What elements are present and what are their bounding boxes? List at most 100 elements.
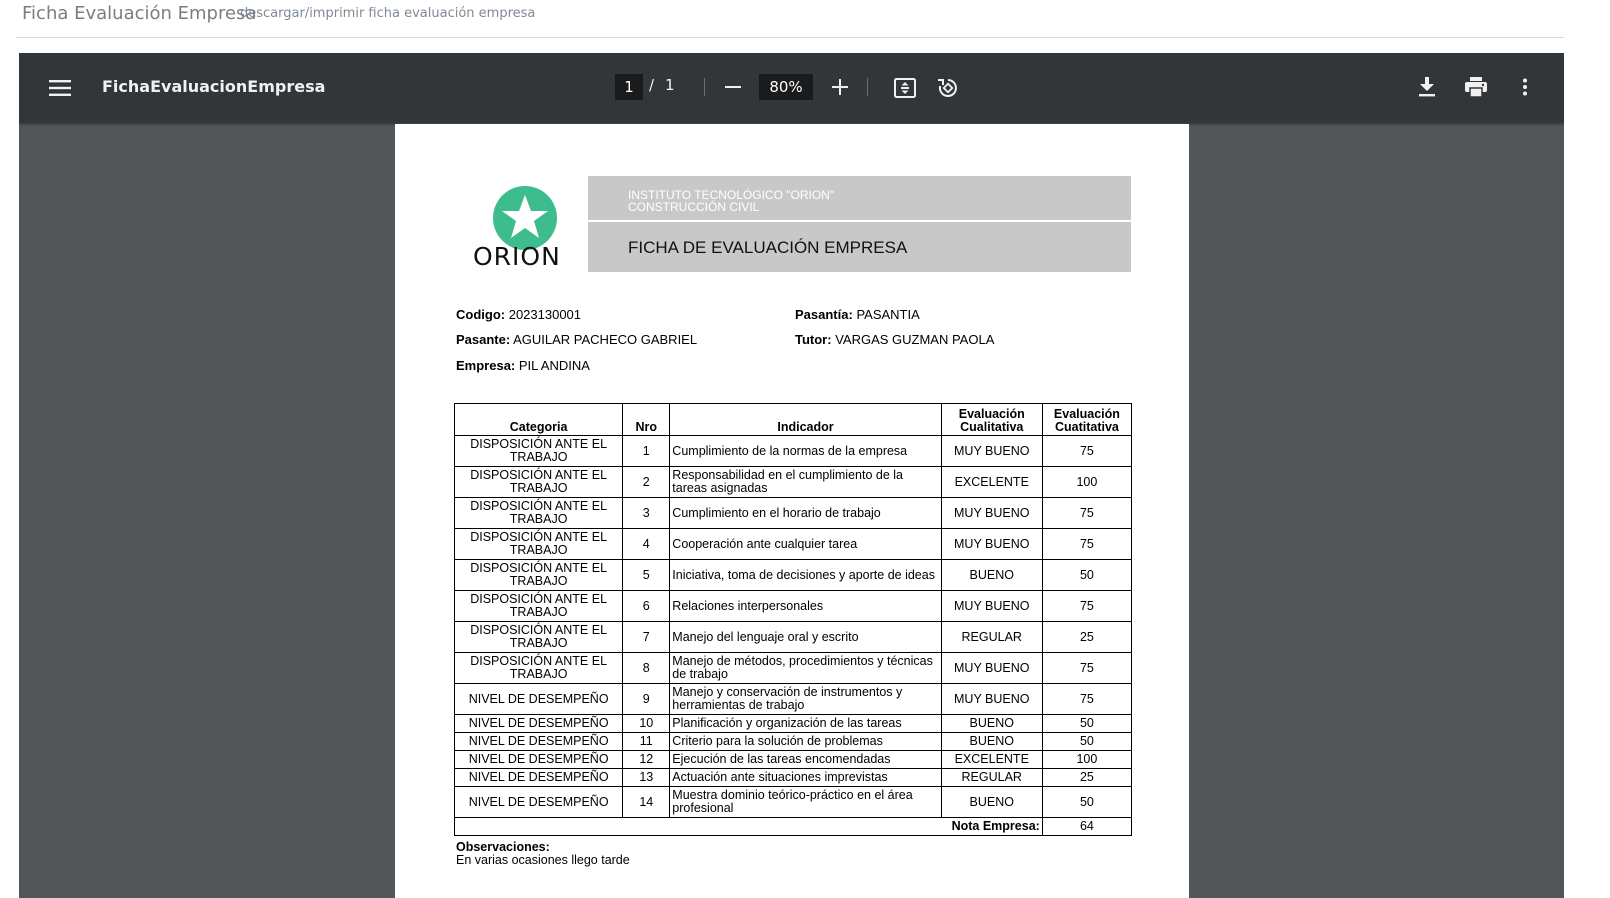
category-cell: DISPOSICIÓN ANTE EL TRABAJO [453,497,624,529]
quantitative-cell: 50 [1041,732,1133,751]
form-title: FICHA DE EVALUACIÓN EMPRESA [628,238,908,257]
pdf-viewer[interactable]: FichaEvaluacionEmpresa 1 / 1 80% ORION I… [19,53,1564,898]
table-row: NIVEL DE DESEMPEÑO 14 Muestra dominio teór… [453,786,1133,818]
table-row: DISPOSICIÓN ANTE EL TRABAJO 2 Responsabili… [453,466,1133,498]
category-cell: DISPOSICIÓN ANTE EL TRABAJO [453,528,624,560]
number-cell: 5 [622,559,671,591]
table-row: NIVEL DE DESEMPEÑO 9 Manejo y conservación… [453,683,1133,715]
number-cell: 7 [622,621,671,653]
quantitative-cell: 75 [1041,652,1133,684]
indicator-cell: Manejo y conservación de instrumentos y … [669,683,942,715]
quantitative-cell: 75 [1041,683,1133,715]
qualitative-cell: EXCELENTE [940,750,1043,769]
header-divider [16,37,1564,38]
form-title-banner: FICHA DE EVALUACIÓN EMPRESA [588,222,1131,272]
category-cell: DISPOSICIÓN ANTE EL TRABAJO [453,590,624,622]
quantitative-cell: 75 [1041,590,1133,622]
more-options-icon[interactable] [1513,75,1537,99]
number-cell: 2 [622,466,671,498]
qualitative-cell: REGULAR [940,768,1043,787]
column-header: Nro [622,403,671,436]
toolbar-divider [704,78,705,96]
zoom-out-icon[interactable] [721,75,745,99]
number-cell: 8 [622,652,671,684]
pdf-toolbar: FichaEvaluacionEmpresa 1 / 1 80% [19,53,1564,123]
quantitative-cell: 100 [1041,750,1133,769]
zoom-level-input[interactable]: 80% [759,74,813,100]
observations-text: En varias ocasiones llego tarde [456,853,630,867]
table-row: NIVEL DE DESEMPEÑO 13 Actuación ante situa… [453,768,1133,787]
tutor-value: VARGAS GUZMAN PAOLA [835,332,995,347]
total-value: 64 [1041,817,1133,836]
indicator-cell: Muestra dominio teórico-práctico en el á… [669,786,942,818]
category-cell: NIVEL DE DESEMPEÑO [453,732,624,751]
total-pages: 1 [665,76,675,94]
number-cell: 9 [622,683,671,715]
table-row: DISPOSICIÓN ANTE EL TRABAJO 7 Manejo del l… [453,621,1133,653]
number-cell: 6 [622,590,671,622]
category-cell: DISPOSICIÓN ANTE EL TRABAJO [453,466,624,498]
institute-career: CONSTRUCCIÓN CIVIL [628,200,760,214]
number-cell: 12 [622,750,671,769]
logo-text: ORION [473,242,561,271]
indicator-cell: Relaciones interpersonales [669,590,942,622]
category-cell: NIVEL DE DESEMPEÑO [453,750,624,769]
category-cell: DISPOSICIÓN ANTE EL TRABAJO [453,621,624,653]
page-subtitle: descargar/imprimir ficha evaluación empr… [240,6,536,21]
number-cell: 4 [622,528,671,560]
print-icon[interactable] [1463,75,1489,99]
table-row: NIVEL DE DESEMPEÑO 12 Ejecución de las tar… [453,750,1133,769]
download-icon[interactable] [1415,75,1439,99]
indicator-cell: Manejo del lenguaje oral y escrito [669,621,942,653]
qualitative-cell: BUENO [940,714,1043,733]
qualitative-cell: MUY BUENO [940,652,1043,684]
quantitative-cell: 50 [1041,786,1133,818]
quantitative-cell: 75 [1041,528,1133,560]
fit-page-icon[interactable] [892,75,918,101]
total-label: Nota Empresa: [454,817,1043,836]
column-header: Categoria [453,403,624,436]
category-cell: DISPOSICIÓN ANTE EL TRABAJO [453,559,624,591]
qualitative-cell: REGULAR [940,621,1043,653]
quantitative-cell: 50 [1041,559,1133,591]
hamburger-menu-icon[interactable] [47,75,73,101]
table-row: DISPOSICIÓN ANTE EL TRABAJO 3 Cumplimiento… [453,497,1133,529]
indicator-cell: Planificación y organización de las tare… [669,714,942,733]
table-row: DISPOSICIÓN ANTE EL TRABAJO 8 Manejo de mé… [453,652,1133,684]
category-cell: NIVEL DE DESEMPEÑO [453,683,624,715]
page-header: Ficha Evaluación Empresa descargar/impri… [0,0,1610,38]
column-header: Evaluación Cualitativa [940,403,1043,436]
number-cell: 10 [622,714,671,733]
indicator-cell: Ejecución de las tareas encomendadas [669,750,942,769]
page-number-input[interactable]: 1 [615,74,643,100]
document-title: FichaEvaluacionEmpresa [102,77,326,96]
observations-label: Observaciones: [456,840,550,854]
toolbar-divider [867,78,868,96]
zoom-in-icon[interactable] [828,75,852,99]
page-title: Ficha Evaluación Empresa [22,3,257,24]
column-header: Indicador [669,403,942,436]
category-cell: DISPOSICIÓN ANTE EL TRABAJO [453,652,624,684]
qualitative-cell: MUY BUENO [940,435,1043,467]
category-cell: NIVEL DE DESEMPEÑO [453,786,624,818]
category-cell: DISPOSICIÓN ANTE EL TRABAJO [453,435,624,467]
quantitative-cell: 50 [1041,714,1133,733]
category-cell: NIVEL DE DESEMPEÑO [453,768,624,787]
codigo-value: 2023130001 [508,307,582,322]
table-row: NIVEL DE DESEMPEÑO 11 Criterio para la sol… [453,732,1133,751]
indicator-cell: Actuación ante situaciones imprevistas [669,768,942,787]
indicator-cell: Cooperación ante cualquier tarea [669,528,942,560]
document-page: ORION INSTITUTO TECNOLÓGICO "ORION" CONS… [395,124,1189,898]
qualitative-cell: BUENO [940,786,1043,818]
quantitative-cell: 100 [1041,466,1133,498]
table-row: DISPOSICIÓN ANTE EL TRABAJO 5 Iniciativa, … [453,559,1133,591]
rotate-icon[interactable] [935,75,961,101]
table-header-row: Categoria Nro Indicador Evaluación Cuali… [453,403,1133,436]
page-separator: / [649,76,655,94]
number-cell: 11 [622,732,671,751]
table-row: DISPOSICIÓN ANTE EL TRABAJO 1 Cumplimiento… [453,435,1133,467]
qualitative-cell: MUY BUENO [940,528,1043,560]
pasantia-field: Pasantía: PASANTIA [795,307,920,322]
indicator-cell: Responsabilidad en el cumplimiento de la… [669,466,942,498]
number-cell: 14 [622,786,671,818]
